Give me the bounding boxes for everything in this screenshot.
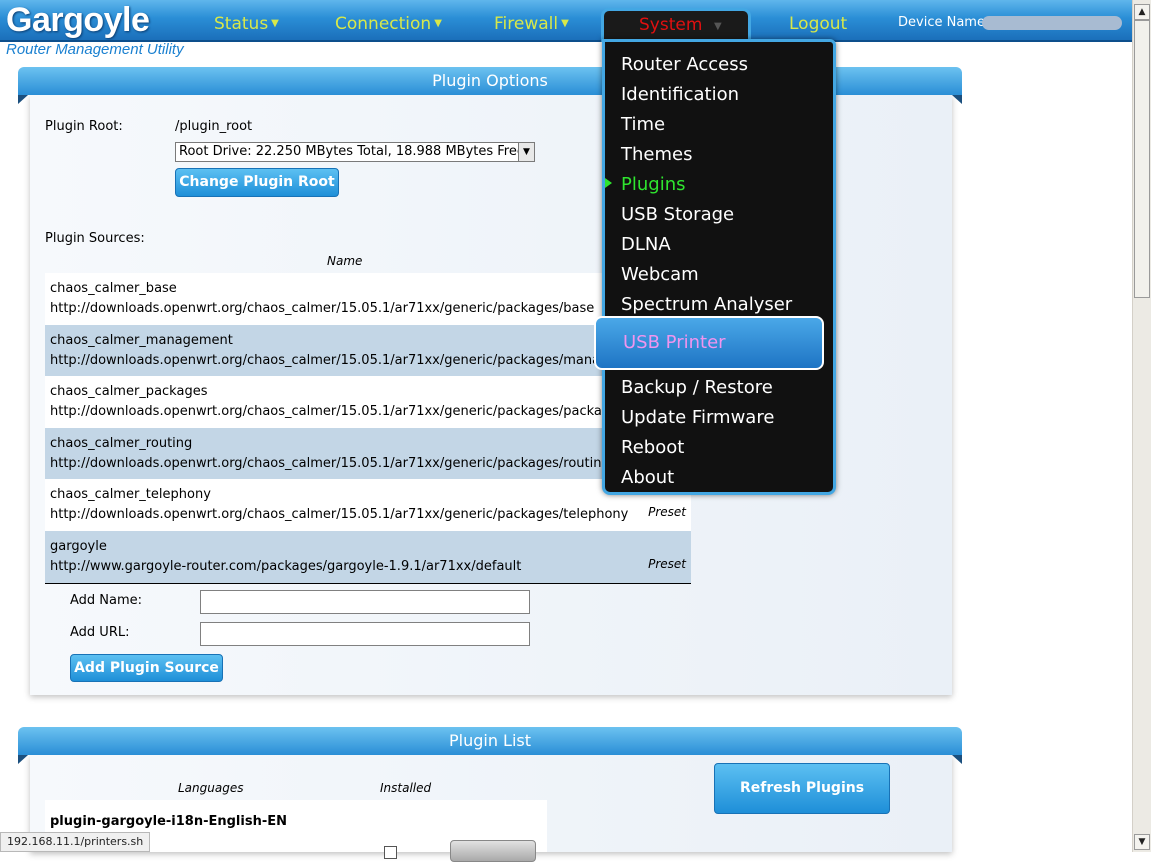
nav-system[interactable]: System ▼ bbox=[601, 8, 751, 42]
scroll-down-icon[interactable]: ▼ bbox=[1134, 834, 1150, 850]
plugin-root-value: /plugin_root bbox=[175, 119, 253, 134]
plugin-list-header: Plugin List bbox=[18, 727, 962, 764]
gargoyle-logo[interactable]: Gargoyle bbox=[6, 1, 150, 40]
table-row[interactable]: chaos_calmer_routing http://downloads.op… bbox=[45, 427, 691, 480]
add-name-label: Add Name: bbox=[70, 593, 143, 608]
nav-status[interactable]: Status ▼ bbox=[214, 14, 279, 34]
preset-badge: Preset bbox=[648, 505, 686, 520]
nav-logout[interactable]: Logout bbox=[789, 14, 847, 34]
router-management-subtitle: Router Management Utility bbox=[6, 41, 184, 58]
top-navigation-bar: Gargoyle Status ▼ Connection ▼ Firewall ▼ L… bbox=[0, 0, 1132, 42]
menu-item-themes[interactable]: Themes bbox=[621, 144, 692, 165]
root-drive-select[interactable]: Root Drive: 22.250 MBytes Total, 18.988 … bbox=[175, 142, 535, 162]
add-plugin-source-button[interactable]: Add Plugin Source bbox=[70, 654, 223, 682]
plugin-root-label: Plugin Root: bbox=[45, 119, 123, 134]
installed-checkbox[interactable] bbox=[384, 846, 397, 859]
menu-item-backup-restore[interactable]: Backup / Restore bbox=[621, 377, 773, 398]
menu-item-dlna[interactable]: DLNA bbox=[621, 234, 671, 255]
vertical-scrollbar[interactable]: ▲ ▼ bbox=[1132, 0, 1151, 852]
caret-down-icon: ▼ bbox=[714, 21, 722, 32]
uninstall-button[interactable] bbox=[450, 840, 536, 862]
add-url-input[interactable] bbox=[200, 622, 530, 646]
nav-connection[interactable]: Connection ▼ bbox=[335, 14, 442, 34]
add-url-label: Add URL: bbox=[70, 625, 130, 640]
preset-badge: Preset bbox=[648, 556, 686, 571]
caret-down-icon: ▼ bbox=[271, 18, 279, 29]
menu-item-webcam[interactable]: Webcam bbox=[621, 264, 699, 285]
system-dropdown-menu: Router Access Identification Time Themes… bbox=[594, 39, 836, 495]
menu-item-update-firmware[interactable]: Update Firmware bbox=[621, 407, 774, 428]
table-row[interactable]: gargoyle http://www.gargoyle-router.com/… bbox=[45, 530, 691, 583]
menu-item-router-access[interactable]: Router Access bbox=[621, 54, 748, 75]
menu-item-usb-printer[interactable]: USB Printer bbox=[594, 316, 824, 370]
device-name-value-redacted bbox=[982, 16, 1122, 30]
scrollbar-thumb[interactable] bbox=[1134, 20, 1150, 298]
menu-item-about[interactable]: About bbox=[621, 467, 674, 488]
change-plugin-root-button[interactable]: Change Plugin Root bbox=[175, 168, 339, 197]
menu-item-usb-storage[interactable]: USB Storage bbox=[621, 204, 734, 225]
add-name-input[interactable] bbox=[200, 590, 530, 614]
scroll-up-icon[interactable]: ▲ bbox=[1134, 4, 1150, 20]
browser-status-url: 192.168.11.1/printers.sh bbox=[0, 832, 151, 852]
menu-item-spectrum-analyser[interactable]: Spectrum Analyser bbox=[621, 294, 792, 315]
menu-item-plugins[interactable]: Plugins bbox=[621, 174, 685, 195]
installed-column-header: Installed bbox=[380, 781, 432, 795]
languages-column-header: Languages bbox=[178, 781, 244, 795]
name-column-header: Name bbox=[327, 254, 363, 268]
menu-item-reboot[interactable]: Reboot bbox=[621, 437, 684, 458]
menu-item-identification[interactable]: Identification bbox=[621, 84, 739, 105]
plugin-sources-label: Plugin Sources: bbox=[45, 231, 145, 246]
menu-item-time[interactable]: Time bbox=[621, 114, 665, 135]
device-name-label: Device Name: bbox=[898, 15, 990, 30]
table-row[interactable]: chaos_calmer_base http://downloads.openw… bbox=[45, 273, 691, 325]
chevron-down-icon: ▼ bbox=[518, 143, 534, 161]
caret-down-icon: ▼ bbox=[561, 18, 569, 29]
table-row[interactable]: chaos_calmer_telephony http://downloads.… bbox=[45, 479, 691, 531]
table-row[interactable]: chaos_calmer_packages http://downloads.o… bbox=[45, 376, 691, 428]
refresh-plugins-button[interactable]: Refresh Plugins bbox=[714, 763, 890, 814]
nav-firewall[interactable]: Firewall ▼ bbox=[494, 14, 569, 34]
caret-down-icon: ▼ bbox=[434, 18, 442, 29]
active-arrow-icon bbox=[605, 178, 612, 188]
